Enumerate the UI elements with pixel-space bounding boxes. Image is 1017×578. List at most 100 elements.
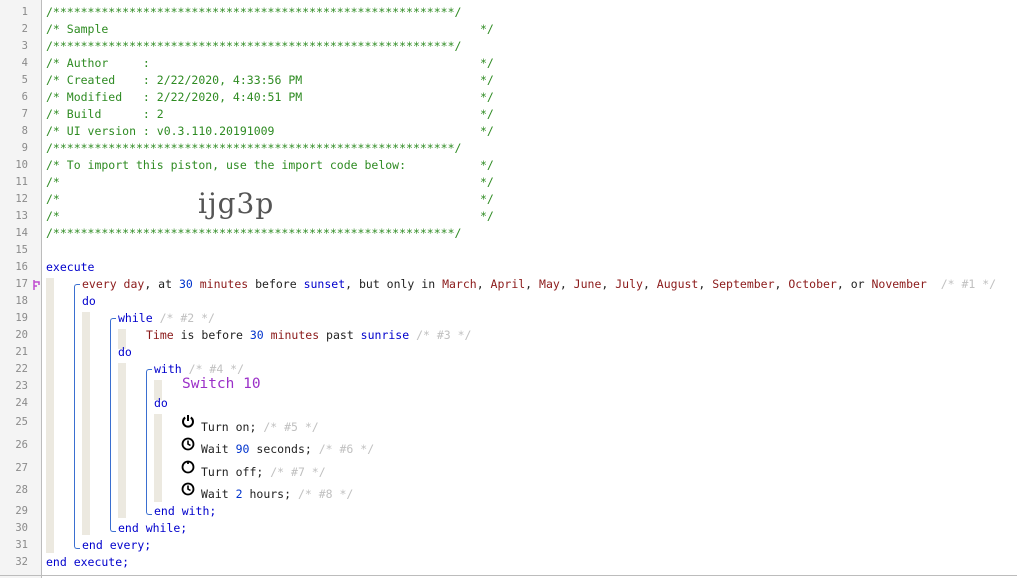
header-rule-1: /***************************************… [46, 5, 462, 19]
import-code[interactable]: ijg3p [198, 187, 274, 220]
header-rule-4: /***************************************… [46, 226, 462, 240]
line-number: 20 [15, 329, 28, 341]
while-do-keyword[interactable]: do [118, 344, 132, 361]
line-number: 6 [21, 91, 28, 103]
header-blank-line-2: /* */ [46, 192, 494, 206]
line-number: 17 [15, 278, 28, 290]
line-number: 30 [15, 522, 28, 534]
every-token: June [573, 277, 602, 291]
line-number: 15 [15, 244, 28, 256]
every-token: , [698, 277, 713, 291]
every-token: , [476, 277, 491, 291]
line-number: 29 [15, 505, 28, 517]
every-token: 30 [178, 277, 193, 291]
every-token: May [539, 277, 560, 291]
line-number: 16 [15, 261, 28, 273]
power-icon [182, 415, 194, 428]
power-off-icon [181, 460, 195, 474]
task-wait-90-seconds[interactable]: Wait 90 seconds; /* #6 */ [201, 441, 374, 458]
every-token: July [615, 277, 643, 291]
header-created-line: /* Created : 2/22/2020, 4:33:56 PM */ [46, 73, 494, 87]
line-number: 8 [21, 125, 28, 137]
every-token: minutes [192, 277, 249, 291]
line-number: 10 [15, 159, 28, 171]
line-number: 31 [15, 539, 28, 551]
header-author-line: /* Author : */ [46, 56, 494, 70]
bottom-divider [0, 575, 1017, 576]
line-number: 13 [15, 210, 28, 222]
task-wait-2-hours[interactable]: Wait 2 hours; /* #8 */ [201, 486, 353, 503]
indent-bar-every [82, 312, 90, 535]
line-number: 22 [15, 363, 28, 375]
header-ui-version-line: /* UI version : v0.3.110.20191009 */ [46, 124, 494, 138]
end-while-keyword[interactable]: end while; [118, 520, 187, 537]
clock-icon [181, 482, 195, 496]
line-number: 23 [15, 380, 28, 392]
line-number: 32 [15, 556, 28, 568]
line-number: 25 [15, 416, 28, 428]
line-number: 7 [21, 108, 28, 120]
every-block-bracket [74, 284, 80, 549]
line-number: 19 [15, 312, 28, 324]
statement-marker-icon[interactable] [32, 279, 42, 291]
line-number: 28 [15, 484, 28, 496]
task-turn-off[interactable]: Turn off; /* #7 */ [201, 464, 326, 481]
line-number: 18 [15, 295, 28, 307]
device-name[interactable]: Switch 10 [182, 376, 261, 393]
line-number: 1 [21, 6, 28, 18]
line-number: 12 [15, 193, 28, 205]
every-token: March [442, 277, 477, 291]
every-token: , [774, 277, 789, 291]
header-rule-3: /***************************************… [46, 141, 462, 155]
every-token: , [525, 277, 540, 291]
header-modified-line: /* Modified : 2/22/2020, 4:40:51 PM */ [46, 90, 494, 104]
with-block-bracket [146, 369, 152, 515]
line-number: 14 [15, 227, 28, 239]
header-import-note-line: /* To import this piston, use the import… [46, 158, 494, 172]
line-number: 4 [21, 57, 28, 69]
every-token: September [712, 277, 775, 291]
line-number: 9 [21, 142, 28, 154]
every-token: August [656, 277, 699, 291]
line-number: 11 [15, 176, 28, 188]
while-block-bracket [110, 318, 116, 532]
indent-bar-with-do [154, 414, 162, 502]
end-with-keyword[interactable]: end with; [154, 503, 216, 520]
while-condition[interactable]: Time is before 30 minutes past sunrise /… [146, 327, 471, 344]
header-sample-line: /* Sample */ [46, 22, 494, 36]
every-token: , [642, 277, 657, 291]
line-number: 2 [21, 23, 28, 35]
execute-keyword[interactable]: execute [46, 259, 94, 276]
every-token: , or [836, 277, 872, 291]
every-token: , at [144, 277, 179, 291]
every-token: , [601, 277, 616, 291]
every-statement[interactable]: every day, at 30 minutes before sunset, … [82, 276, 996, 293]
header-rule-2: /***************************************… [46, 39, 462, 53]
line-number: 3 [21, 40, 28, 52]
every-token: , but only in [345, 277, 443, 291]
every-token: before [248, 277, 304, 291]
indent-bar-execute [46, 278, 54, 553]
header-build-line: /* Build : 2 */ [46, 107, 494, 121]
header-blank-line-3: /* */ [46, 209, 494, 223]
line-number: 26 [15, 439, 28, 451]
indent-bar-while-do [118, 363, 126, 518]
line-number: 27 [15, 462, 28, 474]
every-token: October [788, 277, 837, 291]
end-every-keyword[interactable]: end every; [82, 537, 151, 554]
every-token: November [871, 277, 927, 291]
with-do-keyword[interactable]: do [154, 395, 168, 412]
every-do-keyword[interactable]: do [82, 293, 96, 310]
task-turn-on[interactable]: Turn on; /* #5 */ [201, 419, 319, 436]
line-number: 24 [15, 397, 28, 409]
while-statement[interactable]: while /* #2 */ [118, 310, 215, 327]
clock-icon [181, 437, 195, 451]
header-blank-line-1: /* */ [46, 175, 494, 189]
every-token: sunset [303, 277, 346, 291]
every-token: every day [82, 277, 145, 291]
line-number: 21 [15, 346, 28, 358]
end-execute-keyword[interactable]: end execute; [46, 554, 129, 571]
every-token: , [559, 277, 574, 291]
line-number: 5 [21, 74, 28, 86]
every-token: April [490, 277, 526, 291]
